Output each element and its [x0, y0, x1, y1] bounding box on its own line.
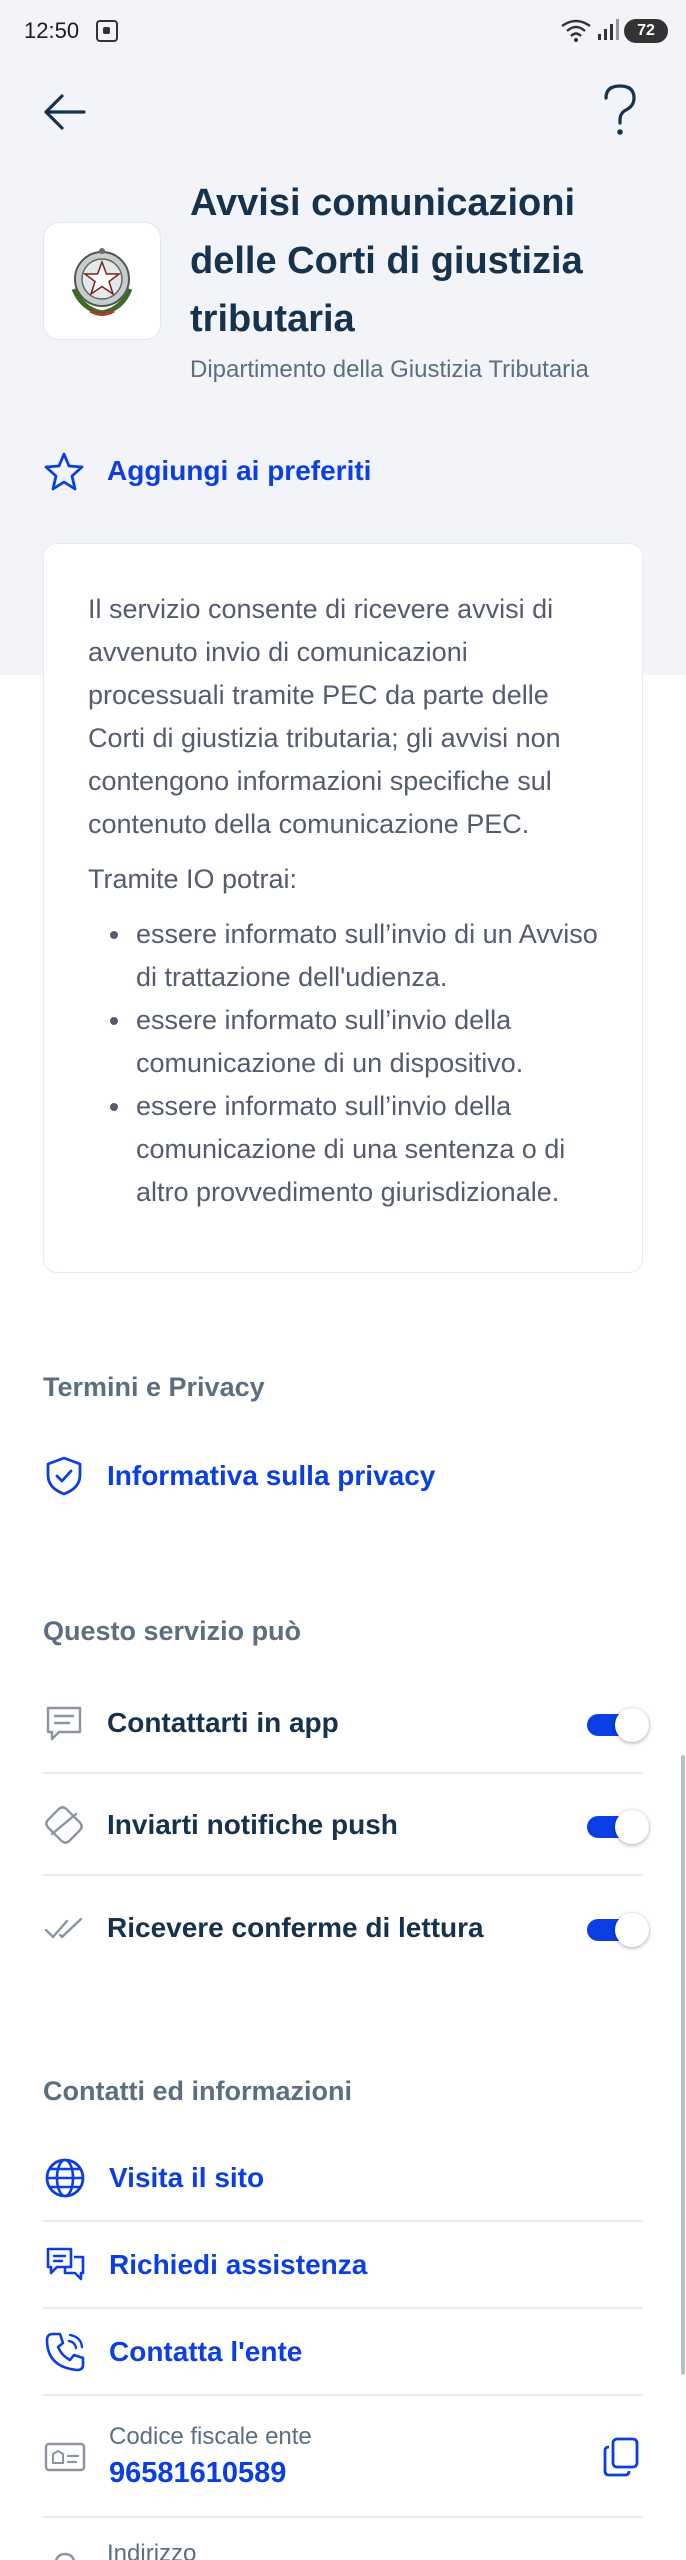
map-pin-icon: [54, 2552, 76, 2560]
phone-icon: [45, 2332, 85, 2372]
request-assistance-link[interactable]: Richiedi assistenza: [43, 2223, 643, 2309]
toggle-knob: [615, 1708, 649, 1742]
signal-icon: [598, 19, 619, 40]
permissions-section-title: Questo servizio può: [43, 1616, 302, 1646]
battery-indicator: 72: [624, 19, 668, 43]
id-card-icon: [44, 2442, 86, 2472]
status-time: 12:50: [24, 18, 80, 43]
permission-row-read-receipts: Ricevere conferme di lettura: [43, 1878, 649, 1978]
list-item: essere informato sull’invio della comuni…: [88, 1085, 598, 1214]
visit-website-label: Visita il sito: [109, 2162, 265, 2193]
visit-website-link[interactable]: Visita il sito: [43, 2136, 643, 2222]
copy-icon[interactable]: [599, 2435, 643, 2479]
toggle-knob: [615, 1913, 649, 1947]
service-organization: Dipartimento della Giustizia Tributaria: [190, 356, 589, 383]
wifi-icon: [561, 19, 591, 42]
description-intro: Tramite IO potrai:: [88, 864, 298, 894]
in-app-messages-toggle[interactable]: [587, 1708, 649, 1742]
terms-section-title: Termini e Privacy: [43, 1372, 265, 1402]
description-paragraph: Il servizio consente di ricevere avvisi …: [88, 594, 561, 839]
permission-label: Ricevere conferme di lettura: [107, 1912, 484, 1943]
fiscal-code-label: Codice fiscale ente: [109, 2423, 312, 2450]
privacy-policy-label: Informativa sulla privacy: [107, 1460, 436, 1491]
back-button[interactable]: [38, 86, 90, 138]
chat-bubbles-icon: [46, 2247, 85, 2281]
contacts-section-title: Contatti ed informazioni: [43, 2076, 352, 2106]
request-assistance-label: Richiedi assistenza: [109, 2249, 368, 2280]
screenshot-indicator-icon: [96, 20, 118, 42]
service-description-card: Il servizio consente di ricevere avvisi …: [43, 543, 643, 1273]
double-check-icon: [44, 1917, 83, 1939]
add-to-favorites-button[interactable]: Aggiungi ai preferiti: [43, 448, 371, 494]
service-title: Avvisi comunicazioni delle Corti di gius…: [190, 182, 583, 340]
help-button[interactable]: [598, 82, 642, 138]
call-entity-label: Contatta l'ente: [109, 2336, 303, 2367]
status-bar: 12:50 72: [0, 0, 686, 64]
address-label: Indirizzo: [107, 2540, 197, 2560]
list-item: essere informato sull’invio di un Avviso…: [88, 913, 598, 999]
italian-emblem-icon: [71, 248, 133, 316]
toggle-knob: [615, 1810, 649, 1844]
message-icon: [46, 1706, 82, 1741]
add-to-favorites-label: Aggiungi ai preferiti: [107, 455, 372, 486]
service-logo: [43, 222, 161, 340]
call-entity-link[interactable]: Contatta l'ente: [43, 2310, 643, 2396]
privacy-policy-link[interactable]: Informativa sulla privacy: [43, 1433, 643, 1519]
shield-check-icon: [46, 1456, 82, 1496]
permission-label: Contattarti in app: [107, 1707, 339, 1738]
scrollbar[interactable]: [681, 1755, 685, 2375]
permission-label: Inviarti notifiche push: [107, 1809, 398, 1840]
push-notifications-toggle[interactable]: [587, 1810, 649, 1844]
fiscal-code-row: Codice fiscale ente 96581610589: [43, 2398, 643, 2518]
list-item: essere informato sull’invio della comuni…: [88, 999, 598, 1085]
star-icon: [44, 452, 84, 491]
fiscal-code-value: 96581610589: [109, 2457, 287, 2489]
permission-row-push-notifications: Inviarti notifiche push: [43, 1776, 649, 1876]
globe-icon: [45, 2158, 85, 2198]
description-list: essere informato sull’invio di un Avviso…: [88, 913, 598, 1214]
bell-icon: [45, 1806, 83, 1844]
permission-row-in-app-messages: Contattarti in app: [43, 1674, 649, 1774]
read-receipts-toggle[interactable]: [587, 1913, 649, 1947]
fiscal-code-text: Codice fiscale ente 96581610589: [109, 2421, 599, 2493]
